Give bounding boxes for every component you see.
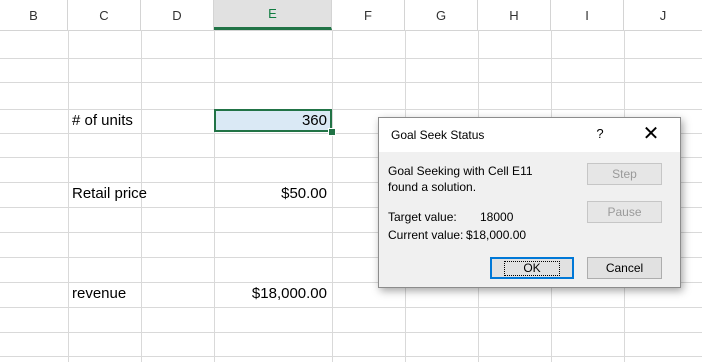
grid-line xyxy=(0,356,702,357)
column-header-g[interactable]: G xyxy=(405,0,478,30)
grid-line xyxy=(0,58,702,59)
column-header-row: B C D E F G H I J xyxy=(0,0,702,31)
column-header-h[interactable]: H xyxy=(478,0,551,30)
cancel-button[interactable]: Cancel xyxy=(587,257,662,279)
grid-line xyxy=(0,332,702,333)
help-icon[interactable]: ? xyxy=(590,122,610,146)
cell-revenue-label[interactable]: revenue xyxy=(72,282,126,306)
grid-line xyxy=(0,82,702,83)
cell-price-label[interactable]: Retail price xyxy=(72,182,147,206)
column-header-i[interactable]: I xyxy=(551,0,624,30)
target-value: 18000 xyxy=(480,210,514,224)
current-value-row: Current value: $18,000.00 xyxy=(388,228,526,242)
cell-units-label[interactable]: # of units xyxy=(72,109,133,133)
target-value-row: Target value: 18000 xyxy=(388,210,513,224)
column-header-e[interactable]: E xyxy=(214,0,332,30)
message-line-2: found a solution. xyxy=(388,180,477,194)
current-value-label: Current value: xyxy=(388,228,464,242)
column-header-c[interactable]: C xyxy=(68,0,141,30)
pause-button[interactable]: Pause xyxy=(587,201,662,223)
message-line-1: Goal Seeking with Cell E11 xyxy=(388,164,533,178)
grid-line xyxy=(332,30,333,362)
target-value-label: Target value: xyxy=(388,210,457,224)
spreadsheet-grid[interactable]: B C D E F G H I J # of units 360 Retail … xyxy=(0,0,702,362)
column-header-j[interactable]: J xyxy=(624,0,702,30)
cell-price-value[interactable]: $50.00 xyxy=(214,182,327,206)
dialog-title: Goal Seek Status xyxy=(391,128,485,142)
goal-seek-status-dialog: Goal Seek Status ? ✕ Goal Seeking with C… xyxy=(378,117,681,288)
fill-handle[interactable] xyxy=(328,128,336,136)
column-header-d[interactable]: D xyxy=(141,0,214,30)
column-header-f[interactable]: F xyxy=(332,0,405,30)
dialog-message: Goal Seeking with Cell E11 found a solut… xyxy=(388,163,573,195)
close-icon[interactable]: ✕ xyxy=(639,122,663,146)
ok-button[interactable]: OK xyxy=(490,257,574,279)
cell-units-value[interactable]: 360 xyxy=(214,109,327,133)
current-value: $18,000.00 xyxy=(466,228,527,242)
grid-line xyxy=(68,30,69,362)
grid-line xyxy=(0,307,702,308)
ok-button-label: OK xyxy=(504,261,560,276)
cell-revenue-value[interactable]: $18,000.00 xyxy=(214,282,327,306)
dialog-title-bar[interactable]: Goal Seek Status ? ✕ xyxy=(379,118,680,152)
column-header-b[interactable]: B xyxy=(0,0,68,30)
step-button[interactable]: Step xyxy=(587,163,662,185)
